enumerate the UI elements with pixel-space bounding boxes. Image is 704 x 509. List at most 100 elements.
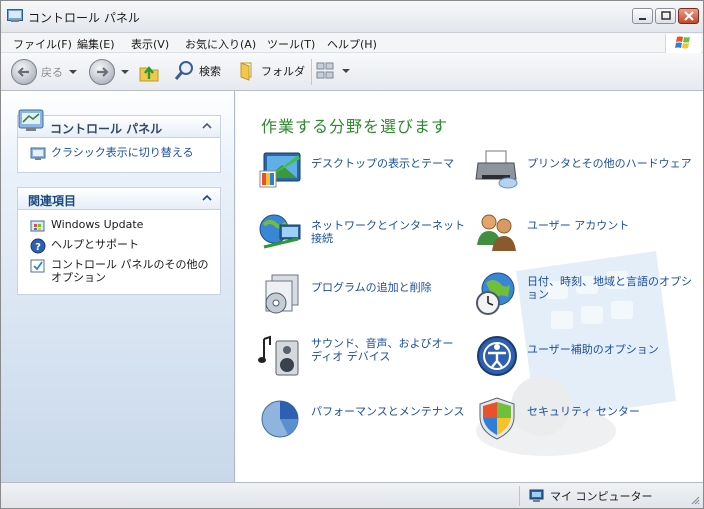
minimize-button[interactable]	[632, 8, 653, 24]
category-sounds-audio-label: サウンド、音声、およびオーディオ デバイス	[311, 337, 454, 363]
folders-button[interactable]: フォルダ	[237, 60, 305, 82]
control-panel-icon	[7, 9, 23, 22]
up-folder-icon	[139, 66, 159, 82]
category-desktop-themes-label: デスクトップの表示とテーマ	[311, 157, 454, 170]
menu-favorites[interactable]: お気に入り(A)	[185, 36, 256, 52]
my-computer-icon	[529, 489, 544, 502]
task-pane: コントロール パネル クラシック表示に切り替える 関連項目 Windows Up…	[1, 91, 235, 482]
category-security-center-label: セキュリティ センター	[527, 405, 640, 418]
maximize-button[interactable]	[655, 8, 676, 24]
page-heading: 作業する分野を選びます	[261, 117, 449, 136]
date-time-globe-icon	[476, 272, 515, 315]
related-topics-title: 関連項目	[28, 194, 77, 208]
help-support-label: ヘルプとサポート	[51, 238, 139, 251]
chevron-up-icon[interactable]	[202, 194, 212, 202]
svg-text:?: ?	[35, 242, 41, 253]
related-topics-header[interactable]: 関連項目	[18, 188, 220, 210]
category-sounds-audio[interactable]: サウンド、音声、およびオーディオ デバイス	[258, 333, 468, 379]
status-bar: マイ コンピューター	[1, 482, 703, 508]
control-panel-section-header[interactable]: コントロール パネル	[18, 109, 220, 138]
menu-help[interactable]: ヘルプ(H)	[327, 36, 377, 52]
views-grid-icon	[316, 62, 334, 79]
folders-icon	[240, 62, 252, 81]
control-panel-window: コントロール パネル ファイル(F) 編集(E) 表示(V) お気に入り(A) …	[0, 0, 704, 509]
other-options-label: コントロール パネルのその他のオプション	[51, 258, 209, 284]
checklist-icon	[30, 259, 45, 273]
back-arrow-icon	[11, 59, 37, 85]
status-divider	[519, 486, 520, 506]
title-bar[interactable]: コントロール パネル	[1, 1, 703, 33]
menu-edit[interactable]: 編集(E)	[77, 36, 115, 52]
printer-icon	[475, 150, 518, 189]
category-date-time-region[interactable]: 日付、時刻、地域と言語のオプション	[474, 271, 699, 317]
chevron-up-icon[interactable]	[202, 122, 212, 130]
category-accessibility[interactable]: ユーザー補助のオプション	[474, 333, 699, 379]
windows-logo	[665, 34, 701, 54]
status-location: マイ コンピューター	[529, 488, 653, 504]
window-title: コントロール パネル	[28, 11, 140, 25]
toolbar-separator	[311, 59, 312, 85]
performance-chart-icon	[261, 400, 299, 438]
category-view: 作業する分野を選びます デスクトップの表示とテーマ プリンタとその他のハードウェ…	[236, 91, 703, 482]
up-folder-button[interactable]	[137, 60, 161, 84]
security-shield-icon	[479, 397, 515, 440]
category-add-remove-programs-label: プログラムの追加と削除	[311, 281, 432, 294]
close-button[interactable]	[678, 8, 699, 24]
category-printers-hardware[interactable]: プリンタとその他のハードウェア	[474, 147, 699, 193]
views-button[interactable]	[316, 61, 350, 81]
category-network-internet[interactable]: ネットワークとインターネット接続	[258, 209, 468, 255]
menu-view[interactable]: 表示(V)	[131, 36, 169, 52]
folders-label: フォルダ	[261, 65, 305, 78]
forward-button[interactable]	[89, 59, 129, 85]
views-dropdown-icon[interactable]	[342, 69, 350, 73]
windows-update-label: Windows Update	[51, 218, 144, 231]
other-options-link[interactable]: コントロール パネルのその他のオプション	[30, 258, 210, 284]
back-dropdown-icon[interactable]	[69, 70, 77, 74]
menu-file[interactable]: ファイル(F)	[13, 36, 72, 52]
category-user-accounts-label: ユーザー アカウント	[527, 219, 630, 232]
search-button[interactable]: 検索	[173, 60, 221, 82]
windows-update-icon	[30, 220, 45, 232]
control-panel-large-icon	[18, 109, 44, 131]
menu-bar: ファイル(F) 編集(E) 表示(V) お気に入り(A) ツール(T) ヘルプ(…	[1, 33, 703, 54]
category-desktop-themes[interactable]: デスクトップの表示とテーマ	[258, 147, 468, 193]
user-accounts-icon	[477, 214, 516, 251]
help-support-link[interactable]: ? ヘルプとサポート	[30, 238, 139, 254]
network-icon	[259, 214, 301, 249]
related-topics-section: 関連項目 Windows Update ? ヘルプとサポート コントロール パネ…	[17, 187, 221, 295]
sound-speaker-icon	[258, 335, 299, 376]
maximize-icon	[661, 11, 671, 20]
minimize-icon	[639, 18, 646, 20]
search-label: 検索	[199, 65, 221, 78]
toolbar: 戻る 検索 フォルダ	[1, 53, 703, 91]
search-icon	[174, 61, 193, 80]
classic-view-icon	[30, 147, 46, 160]
control-panel-section-title: コントロール パネル	[50, 122, 163, 136]
category-add-remove-programs[interactable]: プログラムの追加と削除	[258, 271, 468, 317]
category-network-internet-label: ネットワークとインターネット接続	[311, 219, 465, 245]
category-date-time-region-label: 日付、時刻、地域と言語のオプション	[527, 275, 692, 301]
category-performance-maintenance-label: パフォーマンスとメンテナンス	[311, 405, 465, 418]
control-panel-section: コントロール パネル クラシック表示に切り替える	[17, 109, 221, 173]
menu-tools[interactable]: ツール(T)	[267, 36, 315, 52]
category-security-center[interactable]: セキュリティ センター	[474, 395, 699, 441]
classic-view-link[interactable]: クラシック表示に切り替える	[30, 146, 193, 162]
add-remove-programs-icon	[265, 274, 299, 314]
desktop-theme-icon	[259, 152, 301, 188]
forward-dropdown-icon[interactable]	[121, 70, 129, 74]
back-button[interactable]: 戻る	[11, 59, 77, 85]
back-label: 戻る	[41, 66, 63, 79]
classic-view-label: クラシック表示に切り替える	[51, 146, 194, 159]
category-performance-maintenance[interactable]: パフォーマンスとメンテナンス	[258, 395, 468, 441]
category-user-accounts[interactable]: ユーザー アカウント	[474, 209, 699, 255]
windows-flag-icon	[675, 36, 690, 49]
close-icon	[684, 11, 694, 21]
category-printers-hardware-label: プリンタとその他のハードウェア	[527, 157, 692, 170]
forward-arrow-icon	[89, 59, 115, 85]
help-icon: ?	[30, 238, 46, 254]
resize-grip-icon[interactable]	[690, 495, 700, 505]
accessibility-icon	[477, 336, 517, 376]
category-accessibility-label: ユーザー補助のオプション	[527, 343, 659, 356]
status-location-label: マイ コンピューター	[550, 490, 653, 503]
windows-update-link[interactable]: Windows Update	[30, 218, 143, 234]
